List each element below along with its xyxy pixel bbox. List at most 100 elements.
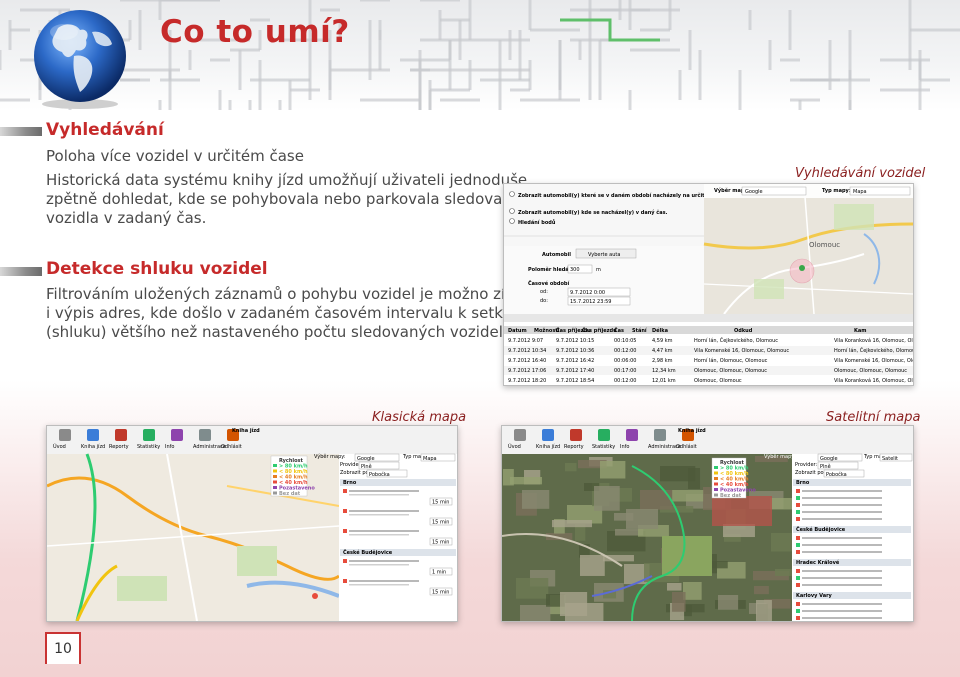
map-select-value: Google	[820, 456, 838, 462]
type-value: Satelit	[882, 456, 898, 462]
toolbar-icon[interactable]	[143, 429, 155, 441]
map-type-value: Mapa	[853, 189, 867, 195]
vehicle-marker-icon	[343, 489, 347, 493]
toolbar-icon[interactable]	[87, 429, 99, 441]
vehicle-label: Automobil	[542, 252, 571, 258]
toolbar-icon[interactable]	[570, 429, 582, 441]
table-cell: 9.7.2012 10:36	[556, 348, 594, 354]
list-item[interactable]	[349, 530, 419, 532]
vehicle-marker-icon	[796, 550, 800, 554]
list-item[interactable]	[802, 544, 882, 546]
list-item[interactable]	[802, 551, 882, 553]
table-header-cell: Kam	[854, 328, 866, 334]
satellite-tile	[626, 509, 659, 529]
list-item[interactable]	[349, 510, 419, 512]
table-cell: Olomouc, Olomouc, Olomouc	[694, 368, 767, 374]
radio-option-2[interactable]: Zobrazit automobil(y) kde se nacházel(y)…	[518, 209, 668, 216]
table-info-row	[504, 314, 913, 322]
toolbar-icon[interactable]	[542, 429, 554, 441]
toolbar-icon[interactable]	[171, 429, 183, 441]
toolbar-label[interactable]: Statistiky	[137, 444, 160, 450]
list-group-label: Brno	[343, 480, 357, 486]
legend-swatch	[714, 493, 718, 497]
toolbar-label[interactable]: Úvod	[53, 443, 66, 450]
vehicle-marker-icon	[796, 517, 800, 521]
toolbar-icon[interactable]	[598, 429, 610, 441]
list-item[interactable]	[802, 537, 882, 539]
list-item[interactable]	[802, 504, 882, 506]
toolbar-icon[interactable]	[626, 429, 638, 441]
list-item[interactable]	[349, 560, 419, 562]
classic-map-screenshot: Úvod Kniha jízd Reporty Statistiky Info Admin…	[46, 425, 458, 622]
table-cell: 9.7.2012 18:54	[556, 378, 594, 384]
toolbar-label[interactable]: Info	[620, 444, 629, 450]
satellite-tile	[640, 490, 673, 510]
toolbar-label[interactable]: Statistiky	[592, 444, 615, 450]
list-group-label: Brno	[796, 480, 810, 486]
provider-value: Plně	[820, 463, 831, 470]
caption-classic-map: Klasická mapa	[372, 410, 467, 425]
table-cell: 12,01 km	[652, 378, 676, 384]
legend-swatch	[714, 471, 718, 475]
list-item[interactable]	[802, 577, 882, 579]
list-item[interactable]	[802, 610, 882, 612]
toolbar-label[interactable]: Odhlásit	[221, 443, 242, 450]
page-number: 10	[45, 632, 81, 664]
radio-option-3[interactable]: Hledání bodů	[518, 219, 556, 226]
list-item[interactable]	[802, 603, 882, 605]
legend-swatch	[273, 475, 277, 478]
table-cell: Vila Koranková 16, Olomouc, Olomouc	[834, 337, 913, 344]
toolbar-label[interactable]: Kniha jízd	[81, 443, 105, 450]
list-item[interactable]	[349, 580, 419, 582]
section-bar	[0, 267, 42, 276]
radio-option-1[interactable]: Zobrazit automobil(y) které se v daném o…	[518, 192, 733, 199]
list-item[interactable]	[802, 497, 882, 499]
satellite-tile	[770, 498, 796, 510]
list-item[interactable]	[802, 617, 882, 619]
table-cell: 2,98 km	[652, 358, 673, 364]
toolbar-label[interactable]: Reporty	[109, 444, 129, 450]
interval-value: 1 min	[432, 570, 446, 576]
toolbar-icon[interactable]	[59, 429, 71, 441]
toolbar-icon[interactable]	[115, 429, 127, 441]
legend-swatch	[273, 480, 277, 484]
vehicle-marker-icon	[796, 496, 800, 500]
toolbar-label[interactable]: Odhlásit	[676, 443, 697, 450]
satellite-tile	[756, 600, 772, 621]
list-item[interactable]	[802, 570, 882, 572]
table-cell: 9.7.2012 17:40	[556, 368, 594, 374]
list-item[interactable]	[802, 490, 882, 492]
toolbar-label[interactable]: Info	[165, 444, 174, 450]
list-item-detail	[349, 494, 409, 496]
toolbar-label[interactable]: Kniha jízd	[536, 443, 560, 450]
list-item[interactable]	[802, 511, 882, 513]
list-item[interactable]	[802, 584, 882, 586]
toolbar-label[interactable]: Reporty	[564, 444, 584, 450]
list-group-header[interactable]	[340, 479, 456, 486]
vehicle-marker-icon	[796, 489, 800, 493]
satellite-tile	[688, 468, 701, 489]
list-item[interactable]	[802, 518, 882, 520]
search-by-value: Pobočka	[369, 471, 390, 478]
search-screenshot: Zobrazit automobil(y) které se v daném o…	[503, 183, 914, 386]
toolbar-icon[interactable]	[199, 429, 211, 441]
globe-icon	[34, 10, 126, 109]
table-cell: 00:10:05	[614, 338, 636, 344]
table-cell: 9.7.2012 17:06	[508, 368, 546, 374]
vehicle-marker-icon	[343, 529, 347, 533]
vehicle-marker-icon	[796, 616, 800, 620]
table-cell: 9.7.2012 18:20	[508, 378, 546, 384]
vehicle-marker-icon	[343, 579, 347, 583]
toolbar-label[interactable]: Úvod	[508, 443, 521, 450]
provider-label: Provider:	[795, 462, 817, 468]
toolbar-icon[interactable]	[514, 429, 526, 441]
from-value: 9.7.2012 0:00	[570, 290, 605, 296]
list-item[interactable]	[349, 490, 419, 492]
satellite-tile	[516, 578, 549, 599]
table-cell: 00:06:00	[614, 358, 636, 364]
list-group-header[interactable]	[793, 479, 911, 486]
table-header-cell: Datum	[508, 328, 527, 334]
toolbar-icon[interactable]	[654, 429, 666, 441]
vehicle-marker-icon	[796, 543, 800, 547]
table-cell: 4,59 km	[652, 338, 673, 344]
